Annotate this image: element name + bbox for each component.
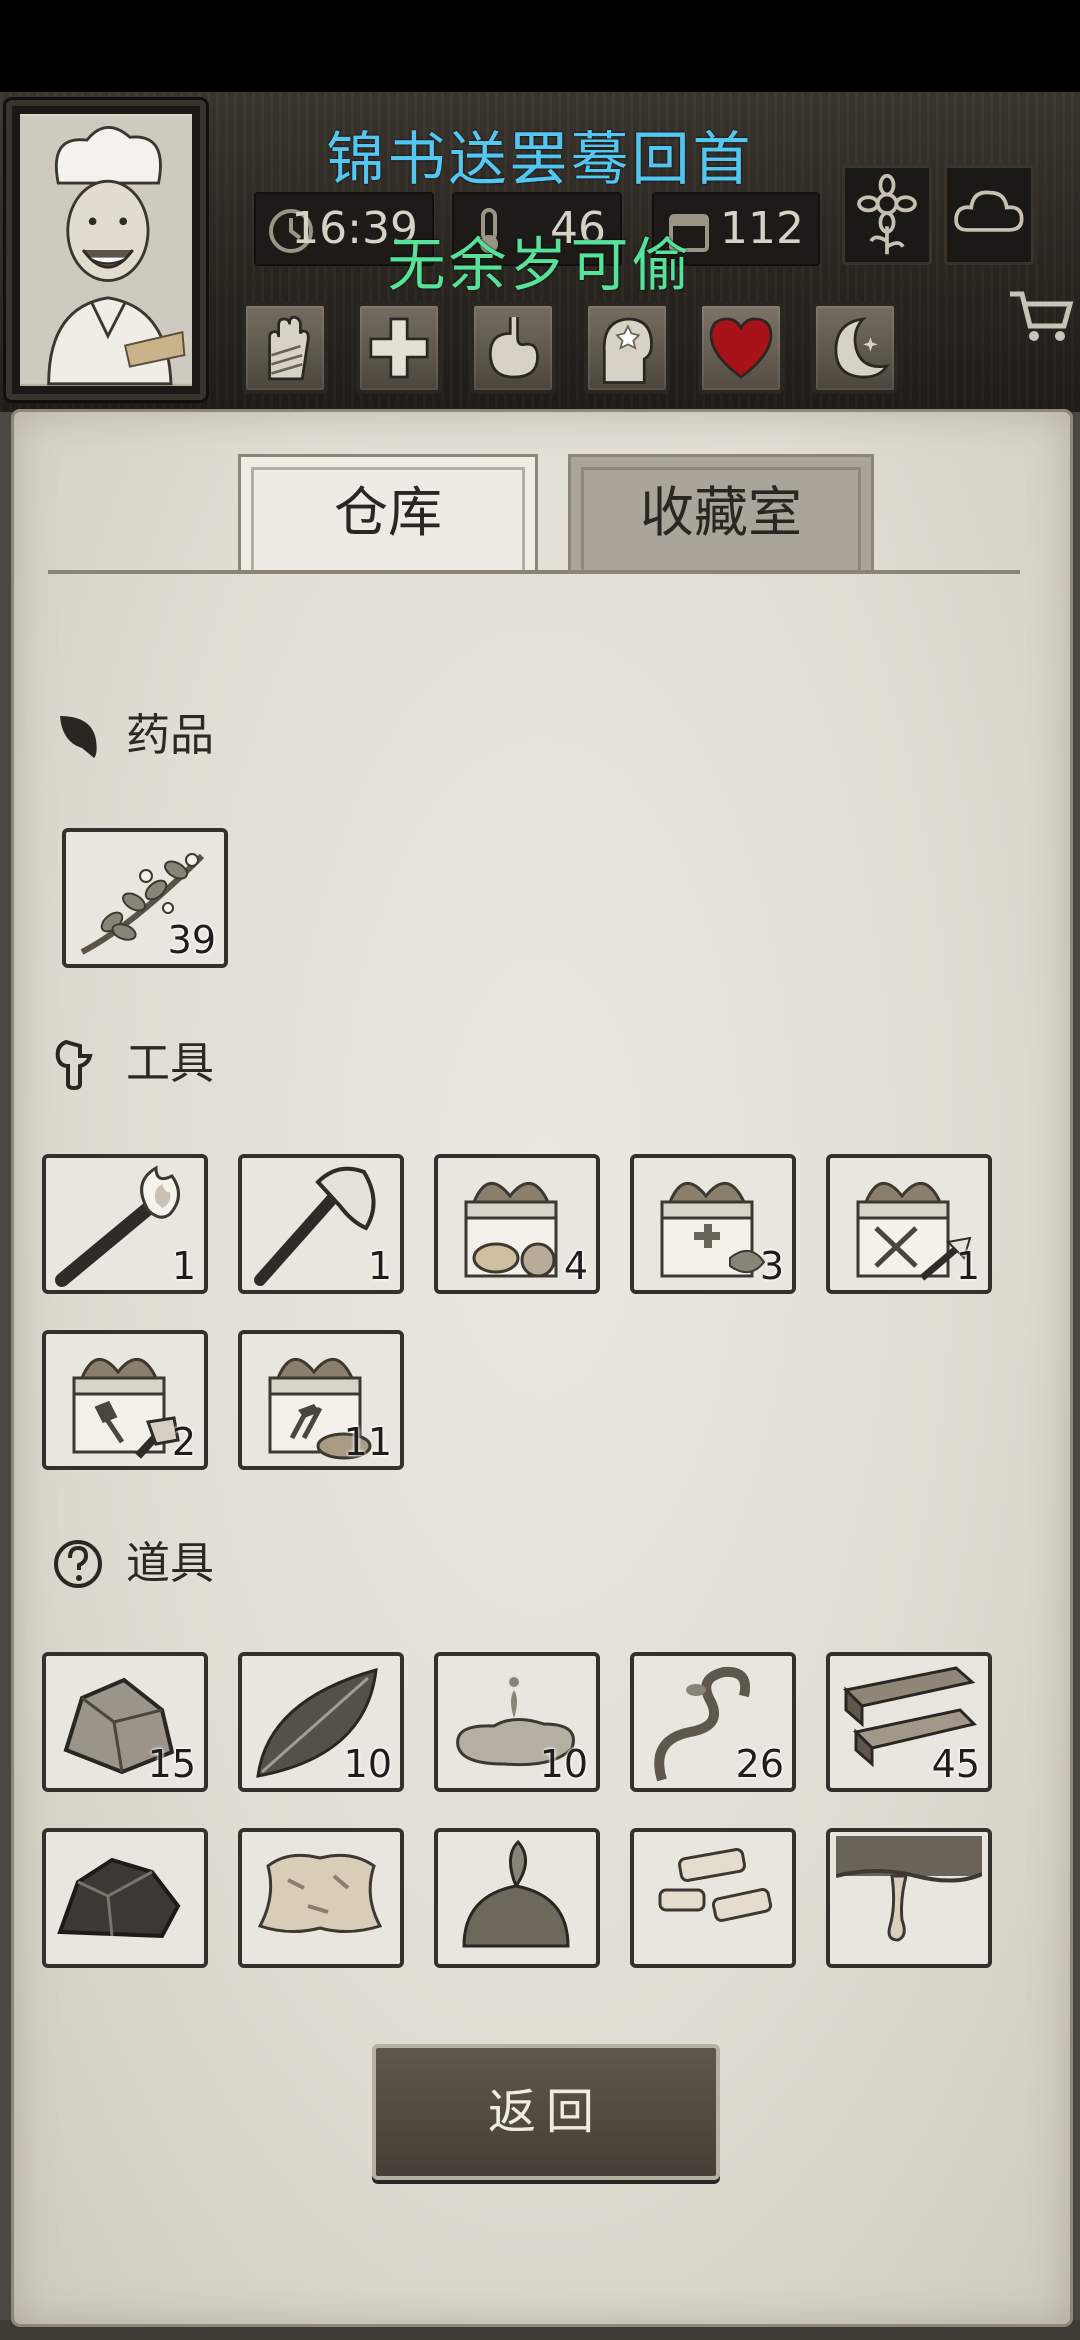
props-grid: 15 10 10 26 45 xyxy=(14,1622,1070,2102)
health-cross-icon xyxy=(369,317,429,379)
chef-portrait-icon xyxy=(20,116,192,386)
status-heart-button[interactable] xyxy=(698,302,784,394)
item-count: 1 xyxy=(955,1244,980,1288)
status-hunger-button[interactable] xyxy=(470,302,556,394)
tab-bar: 仓库 收藏室 xyxy=(48,454,1038,574)
item-slot[interactable]: 4 xyxy=(434,1154,600,1294)
leaf-section-icon xyxy=(60,716,97,758)
cloud-icon xyxy=(954,190,1024,232)
item-slot[interactable]: 1 xyxy=(42,1154,208,1294)
item-count: 11 xyxy=(343,1420,392,1464)
item-slot[interactable] xyxy=(630,1828,796,1968)
section-props-label: 道具 xyxy=(126,1538,214,1589)
item-slot[interactable]: 45 xyxy=(826,1652,992,1792)
item-count: 3 xyxy=(759,1244,784,1288)
tab-divider xyxy=(48,570,1020,574)
section-tools-label: 工具 xyxy=(126,1038,214,1089)
section-medicine-label: 药品 xyxy=(126,710,214,761)
tab-warehouse-label: 仓库 xyxy=(334,481,442,544)
item-slot[interactable]: 3 xyxy=(630,1154,796,1294)
item-slot[interactable] xyxy=(238,1828,404,1968)
item-slot[interactable] xyxy=(826,1828,992,1968)
item-slot[interactable]: 10 xyxy=(238,1652,404,1792)
status-bar xyxy=(0,0,1080,92)
head-mood-icon xyxy=(602,317,653,384)
status-mood-button[interactable] xyxy=(584,302,670,394)
status-injury-button[interactable] xyxy=(242,302,328,394)
item-slot[interactable] xyxy=(434,1828,600,1968)
item-count: 2 xyxy=(171,1420,196,1464)
back-button[interactable]: 返回 xyxy=(372,2044,720,2180)
tab-warehouse[interactable]: 仓库 xyxy=(238,454,538,572)
item-slot[interactable] xyxy=(42,1828,208,1968)
item-count: 15 xyxy=(147,1742,196,1786)
item-slot[interactable]: 15 xyxy=(42,1652,208,1792)
item-count: 26 xyxy=(735,1742,784,1786)
wrench-icon xyxy=(55,1039,93,1090)
item-count: 45 xyxy=(931,1742,980,1786)
status-health-button[interactable] xyxy=(356,302,442,394)
tab-collection-label: 收藏室 xyxy=(640,481,802,544)
weather-cloud-button[interactable] xyxy=(944,165,1034,265)
tab-collection[interactable]: 收藏室 xyxy=(568,454,874,572)
question-circle-icon xyxy=(54,1540,102,1588)
overlay-text-line1: 锦书送罢蓦回首 xyxy=(326,125,754,193)
item-slot[interactable]: 1 xyxy=(238,1154,404,1294)
item-count: 1 xyxy=(367,1244,392,1288)
shopping-cart-icon[interactable] xyxy=(1006,286,1076,346)
item-slot[interactable]: 10 xyxy=(434,1652,600,1792)
item-count: 39 xyxy=(167,918,216,962)
item-count: 4 xyxy=(563,1244,588,1288)
heart-icon xyxy=(709,317,773,379)
item-count: 10 xyxy=(343,1742,392,1786)
moon-sleep-icon xyxy=(834,317,890,379)
stomach-icon xyxy=(488,317,539,379)
status-sleep-button[interactable] xyxy=(812,302,898,394)
item-slot[interactable]: 26 xyxy=(630,1652,796,1792)
bone-pieces-icon xyxy=(658,1848,773,1922)
bandaged-hand-icon xyxy=(268,315,310,381)
item-slot[interactable]: 2 xyxy=(42,1330,208,1470)
item-slot[interactable]: 39 xyxy=(62,828,228,968)
resin-branch-icon xyxy=(836,1836,982,1942)
coal-ore-icon xyxy=(57,1857,181,1939)
avatar[interactable] xyxy=(6,100,206,400)
inventory-panel: 仓库 收藏室 药品 39 工具 1 1 4 3 1 2 11 道具 15 10 … xyxy=(14,412,1070,2324)
item-count: 1 xyxy=(171,1244,196,1288)
animal-hide-icon xyxy=(257,1853,383,1933)
item-slot[interactable]: 1 xyxy=(826,1154,992,1294)
overlay-text-line2: 无余岁可偷 xyxy=(387,231,693,299)
herb-leaves-icon xyxy=(462,1839,570,1948)
item-count: 10 xyxy=(539,1742,588,1786)
item-slot[interactable]: 11 xyxy=(238,1330,404,1470)
